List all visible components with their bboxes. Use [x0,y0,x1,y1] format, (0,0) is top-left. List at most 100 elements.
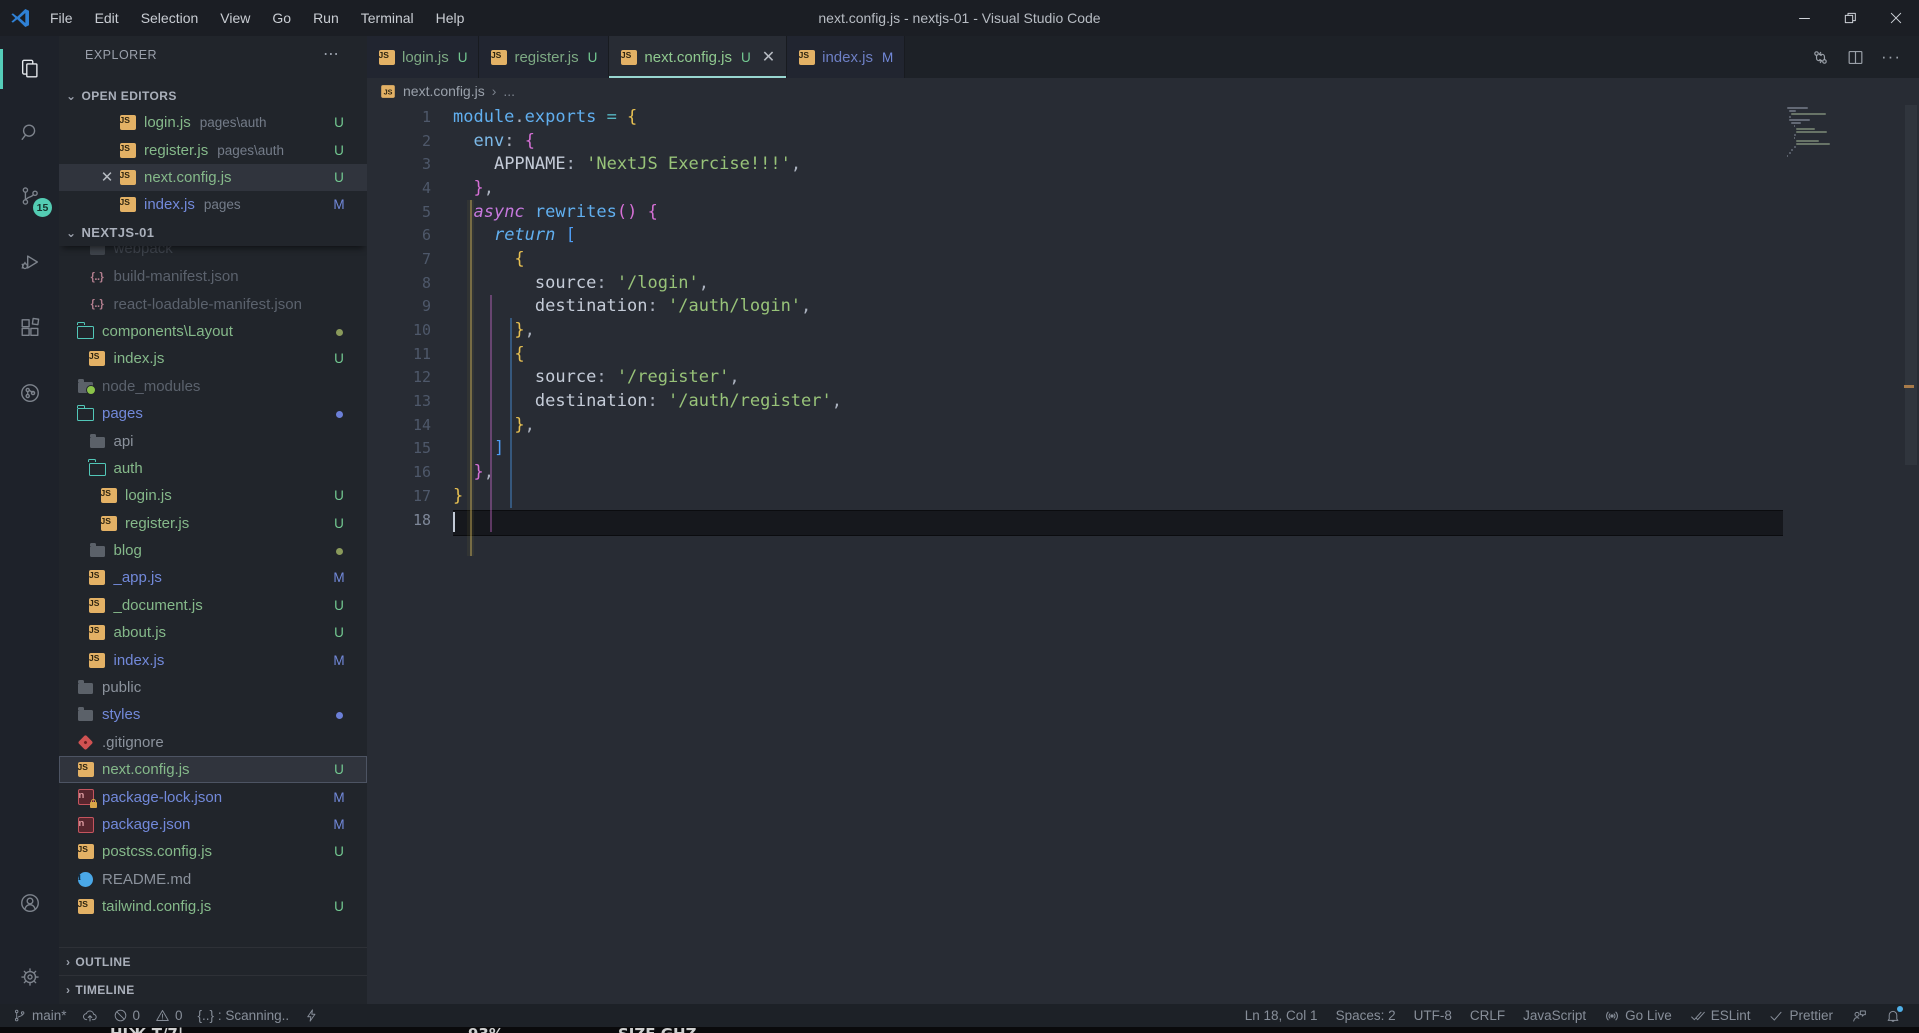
status-warnings[interactable]: 0 [155,1008,183,1023]
status-encoding[interactable]: UTF-8 [1414,1008,1452,1023]
status-eol[interactable]: CRLF [1470,1008,1505,1023]
tree-item-node_modules[interactable]: node_modules [59,373,367,400]
minimap[interactable] [1787,107,1845,161]
restore-button[interactable] [1827,0,1873,36]
tab-next.config.js[interactable]: JS next.config.js U ✕ [609,36,788,78]
status-power[interactable] [304,1008,319,1023]
outline-section-header[interactable]: › OUTLINE [59,947,367,975]
status-prettier[interactable]: Prettier [1768,1008,1833,1024]
status-language-mode[interactable]: JavaScript [1523,1008,1586,1023]
status-feedback[interactable] [1851,1008,1867,1024]
activitybar-git-extension[interactable] [0,367,59,419]
close-icon[interactable]: ✕ [95,168,119,186]
status-notifications[interactable] [1885,1005,1903,1024]
tree-item-api[interactable]: api [59,427,367,454]
activitybar-search[interactable] [0,106,59,158]
tree-item-next.config.js[interactable]: JS next.config.js U [59,756,367,784]
activitybar-explorer[interactable] [0,43,59,95]
tree-item-styles[interactable]: styles [59,701,367,728]
explorer-more-actions[interactable]: ⋯ [323,44,340,64]
more-actions-button[interactable]: ··· [1881,47,1901,67]
tree-item-_document.js[interactable]: JS _document.js U [59,592,367,619]
tree-item-auth[interactable]: auth [59,455,367,482]
menu-help[interactable]: Help [427,7,474,29]
code-line-16: 16 }, [367,460,1784,484]
tab-index.js[interactable]: JS index.js M [787,36,906,78]
split-editor-button[interactable] [1846,48,1865,67]
activitybar-settings[interactable] [0,951,59,1003]
tree-item-pages[interactable]: pages [59,400,367,427]
overlay-fragment: 93% [468,1027,504,1033]
menu-terminal[interactable]: Terminal [352,7,423,29]
activitybar-run-debug[interactable] [0,236,59,288]
activitybar-extensions[interactable] [0,302,59,354]
menu-edit[interactable]: Edit [86,7,128,29]
tree-item-login.js[interactable]: JS login.js U [59,482,367,509]
editor-scrollbar[interactable] [1903,36,1919,1004]
warning-icon [155,1008,170,1023]
tree-item-webpack[interactable]: webpack [59,246,367,263]
menu-go[interactable]: Go [263,7,300,29]
tab-login.js[interactable]: JS login.js U [367,36,480,78]
activitybar-source-control[interactable]: 15 [0,170,59,222]
open-editor-register.js[interactable]: JS register.js pages\auth U [59,136,367,163]
project-section-header[interactable]: ⌄ NEXTJS-01 [59,219,367,246]
git-status-badge: U [334,115,344,131]
open-editors-list: JS login.js pages\auth U JS register.js pages\… [59,109,367,219]
overlay-fragment: SIZE GHZ [618,1027,696,1033]
status-problems-scan[interactable]: {..} : Scanning.. [198,1008,290,1023]
scrollbar-thumb[interactable] [1905,105,1917,465]
status-cursor-position[interactable]: Ln 18, Col 1 [1245,1008,1318,1023]
tree-item-index.js[interactable]: JS index.js M [59,646,367,673]
line-number: 3 [421,155,431,174]
tree-item-blog[interactable]: blog [59,537,367,564]
status-eslint[interactable]: ESLint [1690,1008,1750,1024]
open-editor-next.config.js[interactable]: ✕ JS next.config.js U [59,163,367,192]
check-icon [1768,1008,1784,1024]
tree-item-components-Layout[interactable]: components\Layout [59,318,367,345]
menu-view[interactable]: View [211,7,259,29]
tree-item-index.js[interactable]: JS index.js U [59,345,367,372]
tree-item-build-manifest.json[interactable]: {..} build-manifest.json [59,263,367,290]
status-errors[interactable]: 0 [113,1008,140,1023]
close-button[interactable] [1873,0,1919,36]
git-status-badge: U [334,142,344,158]
timeline-section-header[interactable]: › TIMELINE [59,975,367,1003]
tree-item-_app.js[interactable]: JS _app.js M [59,564,367,591]
tree-item-package-lock.json[interactable]: n package-lock.json M [59,783,367,810]
close-icon[interactable]: ✕ [762,47,775,67]
tree-item-about.js[interactable]: JS about.js U [59,619,367,646]
tree-item-.gitignore[interactable]: .gitignore [59,729,367,756]
open-editor-index.js[interactable]: JS index.js pages M [59,191,367,218]
status-indentation[interactable]: Spaces: 2 [1336,1008,1396,1023]
breadcrumb[interactable]: JS next.config.js › ... [367,78,515,104]
scm-changes-badge: 15 [33,198,52,217]
menu-selection[interactable]: Selection [132,7,208,29]
status-git-branch[interactable]: main* [12,1008,67,1023]
code-line-14: 14 }, [367,413,1784,437]
folder-changes-dot [325,324,353,339]
tree-item-react-loadable-manifest.json[interactable]: {..} react-loadable-manifest.json [59,290,367,317]
open-editors-header[interactable]: ⌄ OPEN EDITORS [59,82,367,109]
status-sync[interactable] [82,1008,98,1024]
activitybar-accounts[interactable] [0,877,59,929]
tab-register.js[interactable]: JS register.js U [479,36,610,78]
tree-item-public[interactable]: public [59,674,367,701]
open-changes-button[interactable] [1811,48,1830,67]
status-go-live[interactable]: Go Live [1604,1008,1672,1024]
line-number: 9 [421,297,431,316]
tree-item-tailwind.config.js[interactable]: JS tailwind.config.js U [59,893,367,920]
menu-file[interactable]: File [41,7,82,29]
status-right: Ln 18, Col 1 Spaces: 2 UTF-8 CRLF JavaScript… [1245,1005,1907,1024]
code-line-17: 17} [367,484,1784,508]
code-editor[interactable]: 1 module.exports = {2 env: {3 APPNAME: 'N… [367,105,1784,531]
git-status-badge: U [334,597,344,613]
tree-item-register.js[interactable]: JS register.js U [59,510,367,537]
tree-item-postcss.config.js[interactable]: JS postcss.config.js U [59,838,367,865]
tree-item-package.json[interactable]: n package.json M [59,811,367,838]
broadcast-icon [1604,1008,1620,1024]
tree-item-README.md[interactable]: i README.md [59,866,367,893]
open-editor-login.js[interactable]: JS login.js pages\auth U [59,109,367,136]
minimize-button[interactable] [1781,0,1827,36]
menu-run[interactable]: Run [304,7,348,29]
